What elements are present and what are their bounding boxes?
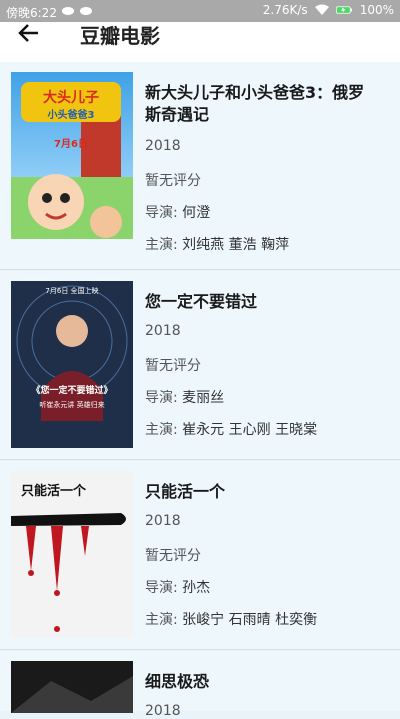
- director-label: 导演:: [145, 580, 183, 596]
- battery-icon: [335, 3, 352, 17]
- director-label: 导演:: [145, 205, 183, 221]
- movie-year: 2018: [145, 703, 181, 719]
- cast-value: 张峻宁 石雨晴 杜奕衡: [182, 612, 318, 628]
- status-bar: 傍晚6:22 2.76K/s 100%: [0, 0, 400, 22]
- movie-rating: 暂无评分: [145, 173, 201, 189]
- back-arrow-icon: [18, 24, 38, 42]
- cast-label: 主演:: [145, 237, 183, 253]
- movie-title: 您一定不要错过: [145, 292, 258, 311]
- movie-cast: 主演: 崔永元 王心刚 王晓棠: [145, 419, 317, 439]
- list-item[interactable]: 大头儿子 小头爸爸3 7月6日 新大头儿子和小头爸爸3：俄罗斯奇遇记 2018 …: [0, 62, 400, 270]
- movie-director: 导演: 何澄: [145, 202, 210, 222]
- battery-level: 100%: [359, 3, 394, 17]
- movie-director: 导演: 孙杰: [145, 577, 210, 597]
- movie-director: 导演: 麦丽丝: [145, 387, 224, 407]
- director-label: 导演:: [145, 390, 183, 406]
- list-item[interactable]: 只能活一个 只能活一个 2018 暂无评分 导演: 孙杰 主演: 张峻宁 石雨晴…: [0, 461, 400, 650]
- status-time: 傍晚6:22: [6, 6, 57, 20]
- director-value: 孙杰: [182, 580, 211, 596]
- cast-value: 崔永元 王心刚 王晓棠: [182, 422, 318, 438]
- director-value: 何澄: [182, 205, 211, 221]
- poster-top-text: 7月6日 全国上映: [45, 286, 98, 295]
- network-speed: 2.76K/s: [262, 3, 308, 17]
- cloud-icon: [80, 6, 92, 15]
- wifi-icon: [314, 3, 330, 17]
- movie-cast: 主演: 刘纯燕 董浩 鞠萍: [145, 234, 289, 254]
- poster-title: 《您一定不要错过》: [31, 384, 112, 396]
- movie-poster: 大头儿子 小头爸爸3 7月6日: [11, 72, 133, 239]
- movie-year: 2018: [145, 323, 181, 339]
- movie-poster: [11, 661, 133, 713]
- poster-title: 大头儿子: [43, 89, 99, 106]
- movie-rating: 暂无评分: [145, 358, 201, 374]
- cast-label: 主演:: [145, 422, 183, 438]
- movie-year: 2018: [145, 138, 181, 154]
- poster-title: 只能活一个: [21, 483, 87, 499]
- page-title: 豆瓣电影: [80, 24, 160, 48]
- list-item[interactable]: 7月6日 全国上映 《您一定不要错过》 听崔永元讲 英雄归来 您一定不要错过 2…: [0, 271, 400, 460]
- movie-title: 新大头儿子和小头爸爸3：俄罗斯奇遇记: [145, 83, 365, 124]
- movie-rating: 暂无评分: [145, 548, 201, 564]
- app-bar: 豆瓣电影: [0, 22, 400, 62]
- movie-poster: 7月6日 全国上映 《您一定不要错过》 听崔永元讲 英雄归来: [11, 281, 133, 448]
- movie-year: 2018: [145, 513, 181, 529]
- poster-subtitle: 听崔永元讲 英雄归来: [39, 400, 104, 409]
- back-button[interactable]: [18, 22, 48, 44]
- cast-label: 主演:: [145, 612, 183, 628]
- poster-date: 7月6日: [54, 138, 88, 150]
- cloud-icon: [62, 6, 74, 15]
- poster-subtitle: 小头爸爸3: [47, 108, 95, 121]
- cast-value: 刘纯燕 董浩 鞠萍: [182, 237, 290, 253]
- list-item[interactable]: 细思极恐 2018: [0, 651, 400, 719]
- director-value: 麦丽丝: [182, 390, 225, 406]
- movie-title: 细思极恐: [145, 672, 210, 691]
- movie-title: 只能活一个: [145, 482, 226, 501]
- movie-poster: 只能活一个: [11, 471, 133, 638]
- movie-cast: 主演: 张峻宁 石雨晴 杜奕衡: [145, 609, 317, 629]
